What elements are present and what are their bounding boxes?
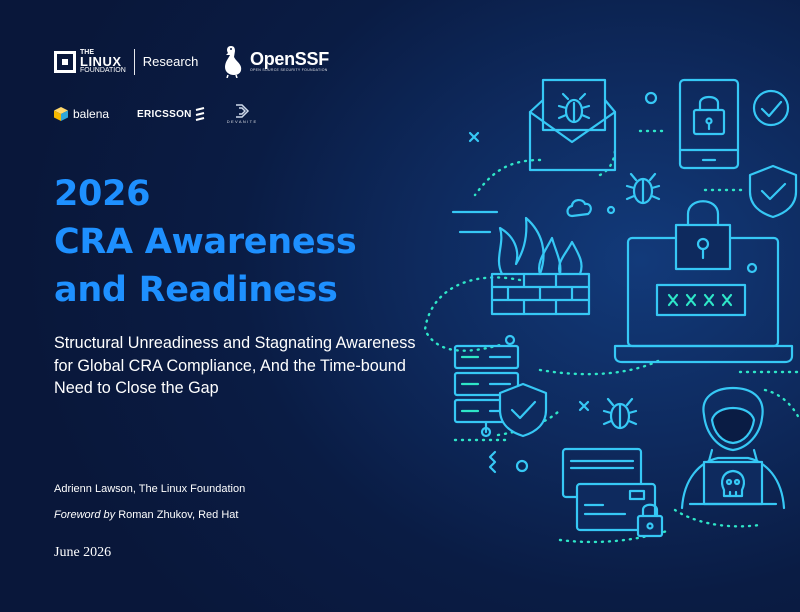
check-circle-icon	[752, 89, 790, 127]
firewall-icon	[490, 216, 591, 316]
bug-icon	[625, 172, 661, 205]
laptop-lock-icon	[613, 200, 794, 364]
cloud-icon	[566, 199, 592, 218]
bug-icon-bottom	[602, 397, 638, 430]
hacker-icon	[680, 386, 786, 510]
report-cover: THE LINUX FOUNDATION Research OpenSSF OP…	[0, 0, 800, 612]
phone-lock-icon	[678, 78, 740, 170]
shield-check-icon-server	[498, 382, 548, 438]
cybersecurity-illustration	[423, 78, 800, 544]
decor-lines	[451, 210, 499, 234]
envelope-bug-icon	[528, 78, 617, 172]
shield-check-icon-top	[748, 164, 798, 219]
